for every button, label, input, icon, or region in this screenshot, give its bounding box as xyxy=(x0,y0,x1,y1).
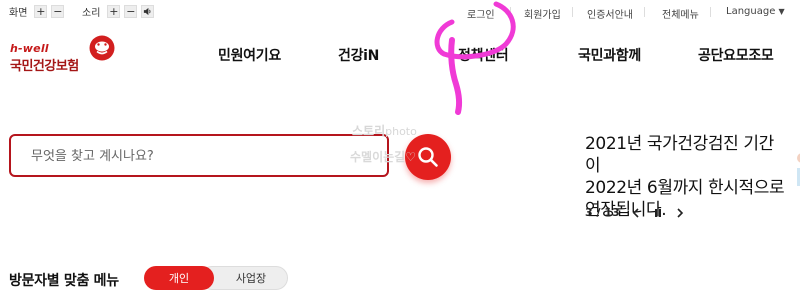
search-icon xyxy=(418,147,438,167)
next-icon[interactable] xyxy=(674,207,686,219)
login-link[interactable]: 로그인 xyxy=(467,6,495,21)
screen-zoom-control: 화면 + − xyxy=(9,4,65,19)
screen-label: 화면 xyxy=(9,8,28,19)
sound-down-button[interactable]: − xyxy=(124,5,138,18)
next-banner-preview xyxy=(797,153,800,186)
divider xyxy=(510,7,511,17)
prev-icon[interactable] xyxy=(630,207,642,219)
news-line: 2021년 국가건강검진 기간이 xyxy=(585,134,774,176)
utility-bar: 화면 + − 소리 + − 로그인 회원가입 인증서안내 전체메뉴 Langua… xyxy=(0,0,800,24)
divider xyxy=(572,7,573,17)
nav-item-policy-center[interactable]: 정책센터 xyxy=(458,45,509,65)
language-label: Language xyxy=(726,6,776,17)
visitor-menu-title: 방문자별 맞춤 메뉴 xyxy=(9,273,119,289)
volume-icon[interactable] xyxy=(141,5,155,18)
sitemap-link[interactable]: 전체메뉴 xyxy=(662,6,699,21)
pause-icon[interactable] xyxy=(652,207,664,219)
sound-label: 소리 xyxy=(82,8,101,19)
divider xyxy=(644,7,645,17)
watermark: 수멜이는길♡ xyxy=(350,150,416,164)
logo-korean: 국민건강보험 xyxy=(10,59,79,74)
sound-control: 소리 + − xyxy=(82,4,155,19)
tab-personal[interactable]: 개인 xyxy=(144,266,214,290)
nav-item-about-corp[interactable]: 공단요모조모 xyxy=(698,45,774,65)
news-pager: 3 / 13 xyxy=(585,206,686,219)
screen-zoom-out-button[interactable]: − xyxy=(51,5,65,18)
logo-mark-icon xyxy=(89,35,115,61)
screen-zoom-in-button[interactable]: + xyxy=(34,5,48,18)
search-input[interactable] xyxy=(29,136,373,177)
nav-item-health-in[interactable]: 건강iN xyxy=(338,45,379,65)
language-select[interactable]: Language ▼ xyxy=(726,6,785,17)
pager-separator: / xyxy=(596,206,601,219)
site-logo[interactable]: h-well 국민건강보험 xyxy=(10,34,120,74)
sound-up-button[interactable]: + xyxy=(107,5,121,18)
divider xyxy=(710,7,711,17)
pager-current: 3 xyxy=(585,206,593,219)
news-line: 2022년 6월까지 한시적으로 xyxy=(585,178,785,198)
watermark: 스토리photo xyxy=(352,124,417,138)
pager-total: 13 xyxy=(604,206,620,219)
pager-count: 3 / 13 xyxy=(585,206,620,219)
nav-item-with-public[interactable]: 국민과함께 xyxy=(578,45,641,65)
certificate-guide-link[interactable]: 인증서안내 xyxy=(587,6,633,21)
nav-item-civil-service[interactable]: 민원여기요 xyxy=(218,45,281,65)
logo-english: h-well xyxy=(10,42,49,55)
search-box xyxy=(9,134,389,177)
chevron-down-icon: ▼ xyxy=(778,7,785,16)
join-link[interactable]: 회원가입 xyxy=(524,6,561,21)
